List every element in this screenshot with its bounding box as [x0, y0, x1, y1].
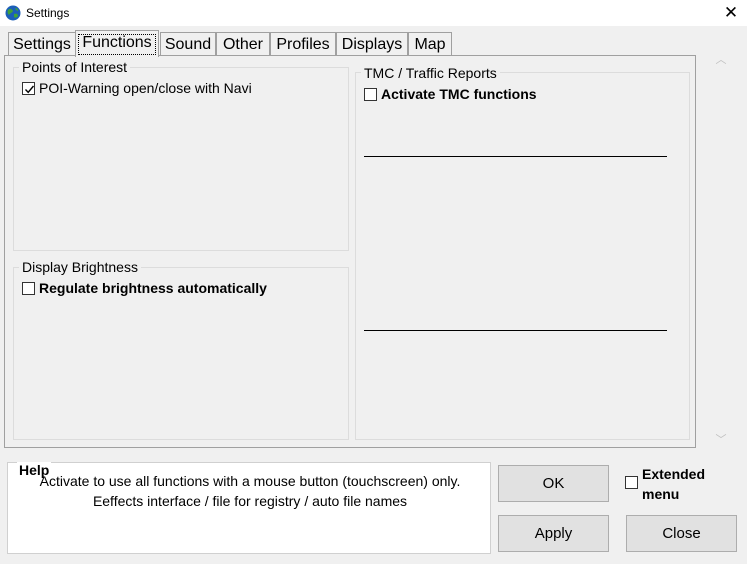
help-box: Help Activate to use all functions with … — [7, 462, 491, 554]
apply-button[interactable]: Apply — [498, 515, 609, 552]
brightness-group: Display Brightness Regulate brightness a… — [13, 259, 349, 440]
extended-menu-label-line-1: Extended — [642, 466, 706, 482]
title-bar: Settings ✕ — [0, 0, 747, 26]
poi-group-title: Points of Interest — [19, 59, 131, 75]
scroll-up-button[interactable]: ︿ — [703, 52, 739, 69]
help-text-line-1: Activate to use all functions with a mou… — [39, 473, 461, 489]
tab-displays[interactable]: Displays — [336, 32, 408, 56]
focus-rectangle — [78, 34, 156, 55]
chevron-up-icon: ︿ — [715, 54, 727, 66]
tab-other[interactable]: Other — [216, 32, 270, 56]
tmc-separator-bottom — [364, 330, 667, 331]
tab-other-label: Other — [222, 36, 263, 53]
tmc-activate-label: Activate TMC functions — [381, 86, 537, 102]
tab-map-label: Map — [414, 36, 446, 53]
scroll-down-button[interactable]: ﹀ — [703, 432, 739, 449]
help-text-line-2: Eeffects interface / file for registry /… — [92, 493, 408, 509]
tab-settings-label: Settings — [13, 36, 71, 53]
close-button[interactable]: Close — [626, 515, 737, 552]
tmc-group-title: TMC / Traffic Reports — [361, 65, 500, 81]
extended-menu-label-line-2: menu — [642, 486, 680, 502]
poi-warning-checkbox[interactable]: POI-Warning open/close with Navi — [22, 80, 252, 96]
auto-brightness-label: Regulate brightness automatically — [39, 280, 267, 296]
tmc-activate-checkbox[interactable]: Activate TMC functions — [364, 86, 537, 102]
tmc-group: TMC / Traffic Reports Activate TMC funct… — [355, 65, 690, 440]
chevron-down-icon: ﹀ — [715, 434, 727, 446]
brightness-group-title: Display Brightness — [19, 259, 141, 275]
tab-profiles[interactable]: Profiles — [270, 32, 336, 56]
tmc-separator-top — [364, 156, 667, 157]
tab-map[interactable]: Map — [408, 32, 452, 56]
tab-profiles-label: Profiles — [276, 36, 330, 53]
dialog-body: Settings Functions Sound Other Profiles … — [0, 26, 747, 564]
tab-displays-label: Displays — [341, 36, 403, 53]
globe-icon — [5, 5, 21, 21]
auto-brightness-checkbox[interactable]: Regulate brightness automatically — [22, 280, 267, 296]
poi-warning-label: POI-Warning open/close with Navi — [39, 80, 252, 96]
checkbox-box — [364, 87, 377, 101]
tab-functions[interactable]: Functions — [75, 30, 159, 57]
tab-sound-label: Sound — [164, 36, 212, 53]
window-close-button[interactable]: ✕ — [720, 2, 742, 24]
functions-tab-panel: Points of Interest POI-Warning open/clos… — [4, 55, 696, 448]
tab-sound[interactable]: Sound — [160, 32, 216, 56]
checkbox-box — [22, 281, 35, 295]
extended-menu-checkbox[interactable] — [625, 476, 638, 489]
window-title: Settings — [26, 6, 70, 20]
poi-group: Points of Interest POI-Warning open/clos… — [13, 59, 349, 251]
ok-button[interactable]: OK — [498, 465, 609, 502]
tab-settings[interactable]: Settings — [8, 32, 76, 56]
checkbox-box — [22, 81, 35, 95]
check-icon — [24, 85, 35, 93]
extended-menu-label[interactable]: Extended menu — [642, 464, 722, 504]
